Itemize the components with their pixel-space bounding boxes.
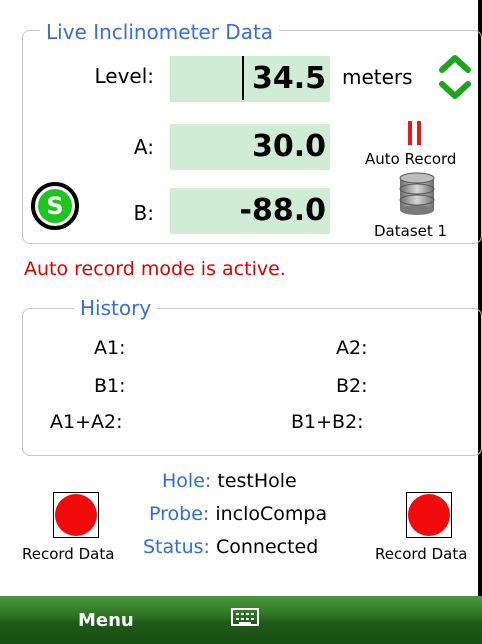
b-value-field: -88.0 [170,188,330,234]
database-icon[interactable] [398,172,436,216]
record-data-button-right[interactable] [406,492,452,538]
bottom-menubar: Menu [0,596,482,644]
menu-softkey[interactable]: Menu [78,610,134,631]
text-cursor [242,56,244,100]
a-label: A: [133,135,154,159]
pause-icon[interactable] [408,121,422,145]
probe-key: Probe: [149,503,210,525]
history-a1: A1: [94,337,126,359]
history-b1: B1: [94,375,126,397]
history-b1b2: B1+B2: [291,411,364,433]
history-group [22,308,482,456]
record-data-button-left[interactable] [53,492,99,538]
history-a2: A2: [336,337,368,359]
history-a1a2: A1+A2: [50,411,123,433]
level-value-field[interactable]: 34.5 [170,56,330,102]
status-key: Status: [143,536,210,558]
dataset-label: Dataset 1 [374,222,448,240]
history-b2: B2: [336,375,368,397]
live-data-title: Live Inclinometer Data [40,20,280,44]
auto-record-status: Auto record mode is active. [24,258,286,280]
record-icon [408,494,450,536]
hole-value: testHole [217,470,297,492]
record-icon [55,494,97,536]
auto-record-label: Auto Record [365,150,457,168]
probe-info: Probe: incloCompa [149,503,327,525]
record-data-label-left: Record Data [22,545,115,563]
a-value-field: 30.0 [170,124,330,170]
hole-key: Hole: [162,470,212,492]
b-label: B: [133,201,154,225]
status-value: Connected [216,536,319,558]
chevron-updown-icon[interactable] [438,52,472,102]
probe-value: incloCompa [215,503,328,525]
keyboard-icon[interactable] [231,608,259,626]
history-title: History [74,296,158,320]
hole-info: Hole: testHole [162,470,297,492]
status-info: Status: Connected [143,536,318,558]
level-unit: meters [342,65,413,89]
level-label: Level: [94,64,154,88]
record-data-label-right: Record Data [375,545,468,563]
